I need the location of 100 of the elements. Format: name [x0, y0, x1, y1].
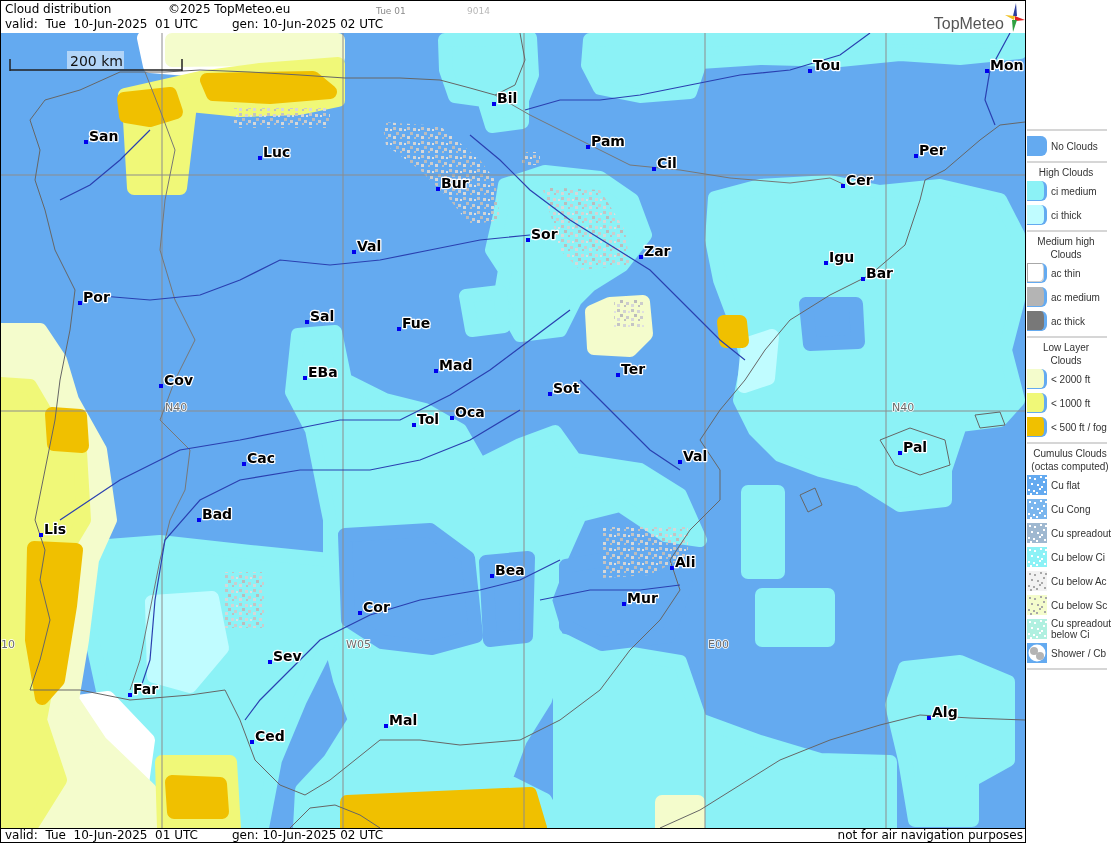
logo-text: TopMeteo	[933, 16, 1004, 32]
city-marker-icon	[397, 327, 401, 331]
city-label: Cac	[247, 450, 276, 466]
city-marker-icon	[622, 602, 626, 606]
city-label: Sal	[310, 308, 335, 324]
run-label: Tue 01	[376, 6, 406, 16]
legend-label: Shower / Cb	[1051, 647, 1107, 659]
city-marker-icon	[490, 574, 494, 578]
legend-heading: Medium high Clouds	[1036, 235, 1096, 261]
valid-time: valid: Tue 10-Jun-2025 01 UTC	[5, 828, 198, 842]
city-label: Ali	[675, 554, 696, 570]
legend-label: Cu below Ci	[1051, 551, 1105, 563]
four-point-star-icon	[1005, 3, 1025, 32]
city-label: Bea	[495, 562, 525, 578]
city-marker-icon	[358, 611, 362, 615]
city-label: Cil	[657, 155, 677, 171]
valid-time: valid: Tue 10-Jun-2025 01 UTC	[5, 17, 198, 31]
city-marker-icon	[78, 301, 82, 305]
legend-label: ac medium	[1051, 291, 1100, 303]
city-marker-icon	[303, 376, 307, 380]
grid-label: N40	[165, 401, 188, 414]
city-marker-icon	[616, 373, 620, 377]
grid-label: 10	[1, 638, 15, 651]
city-marker-icon	[678, 460, 682, 464]
city-marker-icon	[586, 145, 590, 149]
fog-area	[117, 87, 183, 127]
city-marker-icon	[914, 154, 918, 158]
city-marker-icon	[492, 102, 496, 106]
city-label: Lis	[44, 521, 67, 537]
city-marker-icon	[526, 238, 530, 242]
legend-label: Cu below Ac	[1051, 575, 1107, 587]
city-label: Cor	[363, 599, 390, 615]
fog-area	[165, 775, 229, 819]
legend-heading: High Clouds	[1038, 166, 1094, 179]
city-label: Mad	[439, 357, 473, 373]
city-marker-icon	[250, 740, 254, 744]
disclaimer-text: not for air navigation purposes	[837, 828, 1023, 842]
legend-label: ac thin	[1051, 267, 1081, 279]
city-label: Sor	[531, 226, 558, 242]
legend-heading: Low Layer Clouds	[1041, 341, 1091, 367]
city-marker-icon	[242, 462, 246, 466]
city-label: Alg	[932, 704, 958, 720]
city-marker-icon	[258, 156, 262, 160]
code-label: 9014	[467, 6, 490, 16]
city-label: Tol	[417, 411, 440, 427]
city-label: Sev	[273, 648, 302, 664]
grid-label: N40	[892, 401, 915, 414]
generated-time: gen: 10-Jun-2025 02 UTC	[232, 17, 384, 31]
legend-label: Cu Cong	[1051, 503, 1091, 515]
legend-label: ac thick	[1051, 315, 1085, 327]
city-label: EBa	[308, 364, 338, 380]
city-label: Bur	[441, 175, 469, 191]
scale-label: 200 km	[67, 51, 124, 69]
city-label: San	[89, 128, 119, 144]
legend-subheading: (octas computed)	[1031, 460, 1109, 473]
legend-label: Cu below Sc	[1051, 599, 1108, 611]
generated-time: gen: 10-Jun-2025 02 UTC	[232, 828, 384, 842]
legend-label: Cu spreadout	[1051, 527, 1112, 539]
city-label: Mon	[990, 57, 1024, 73]
legend-label: Cu flat	[1051, 479, 1080, 491]
city-label: Mur	[627, 590, 658, 606]
fog-area	[45, 407, 89, 453]
city-marker-icon	[898, 451, 902, 455]
city-label: Igu	[829, 249, 855, 265]
city-marker-icon	[39, 533, 43, 537]
city-marker-icon	[352, 250, 356, 254]
city-label: Mal	[389, 712, 418, 728]
city-marker-icon	[436, 187, 440, 191]
city-marker-icon	[450, 416, 454, 420]
clear-sky-area	[799, 297, 865, 351]
legend-label: ci thick	[1051, 209, 1082, 221]
grid-label: E00	[708, 638, 729, 651]
city-marker-icon	[927, 716, 931, 720]
city-marker-icon	[808, 69, 812, 73]
fog-area	[717, 315, 749, 348]
cumulus-area	[224, 572, 264, 628]
city-label: Bar	[866, 265, 894, 281]
city-marker-icon	[841, 184, 845, 188]
city-label: Far	[133, 681, 159, 697]
city-label: Bad	[202, 506, 233, 522]
city-label: Ter	[621, 361, 646, 377]
city-label: Por	[83, 289, 110, 305]
copyright-text: ©2025 TopMeteo.eu	[168, 2, 291, 16]
city-label: Luc	[263, 144, 291, 160]
city-marker-icon	[159, 384, 163, 388]
legend-label: < 2000 ft	[1051, 373, 1091, 385]
legend-label: ci medium	[1051, 185, 1097, 197]
city-marker-icon	[128, 693, 132, 697]
grid-label: W05	[346, 638, 371, 651]
city-label: Val	[357, 238, 382, 254]
city-label: Pam	[591, 133, 625, 149]
city-label: Per	[919, 142, 946, 158]
low-cloud-area	[655, 795, 705, 828]
city-label: Val	[683, 448, 708, 464]
legend-heading: Cumulus Clouds	[1033, 447, 1107, 460]
city-label: Pal	[903, 439, 928, 455]
city-marker-icon	[412, 423, 416, 427]
city-marker-icon	[670, 566, 674, 570]
city-marker-icon	[434, 369, 438, 373]
city-marker-icon	[197, 518, 201, 522]
